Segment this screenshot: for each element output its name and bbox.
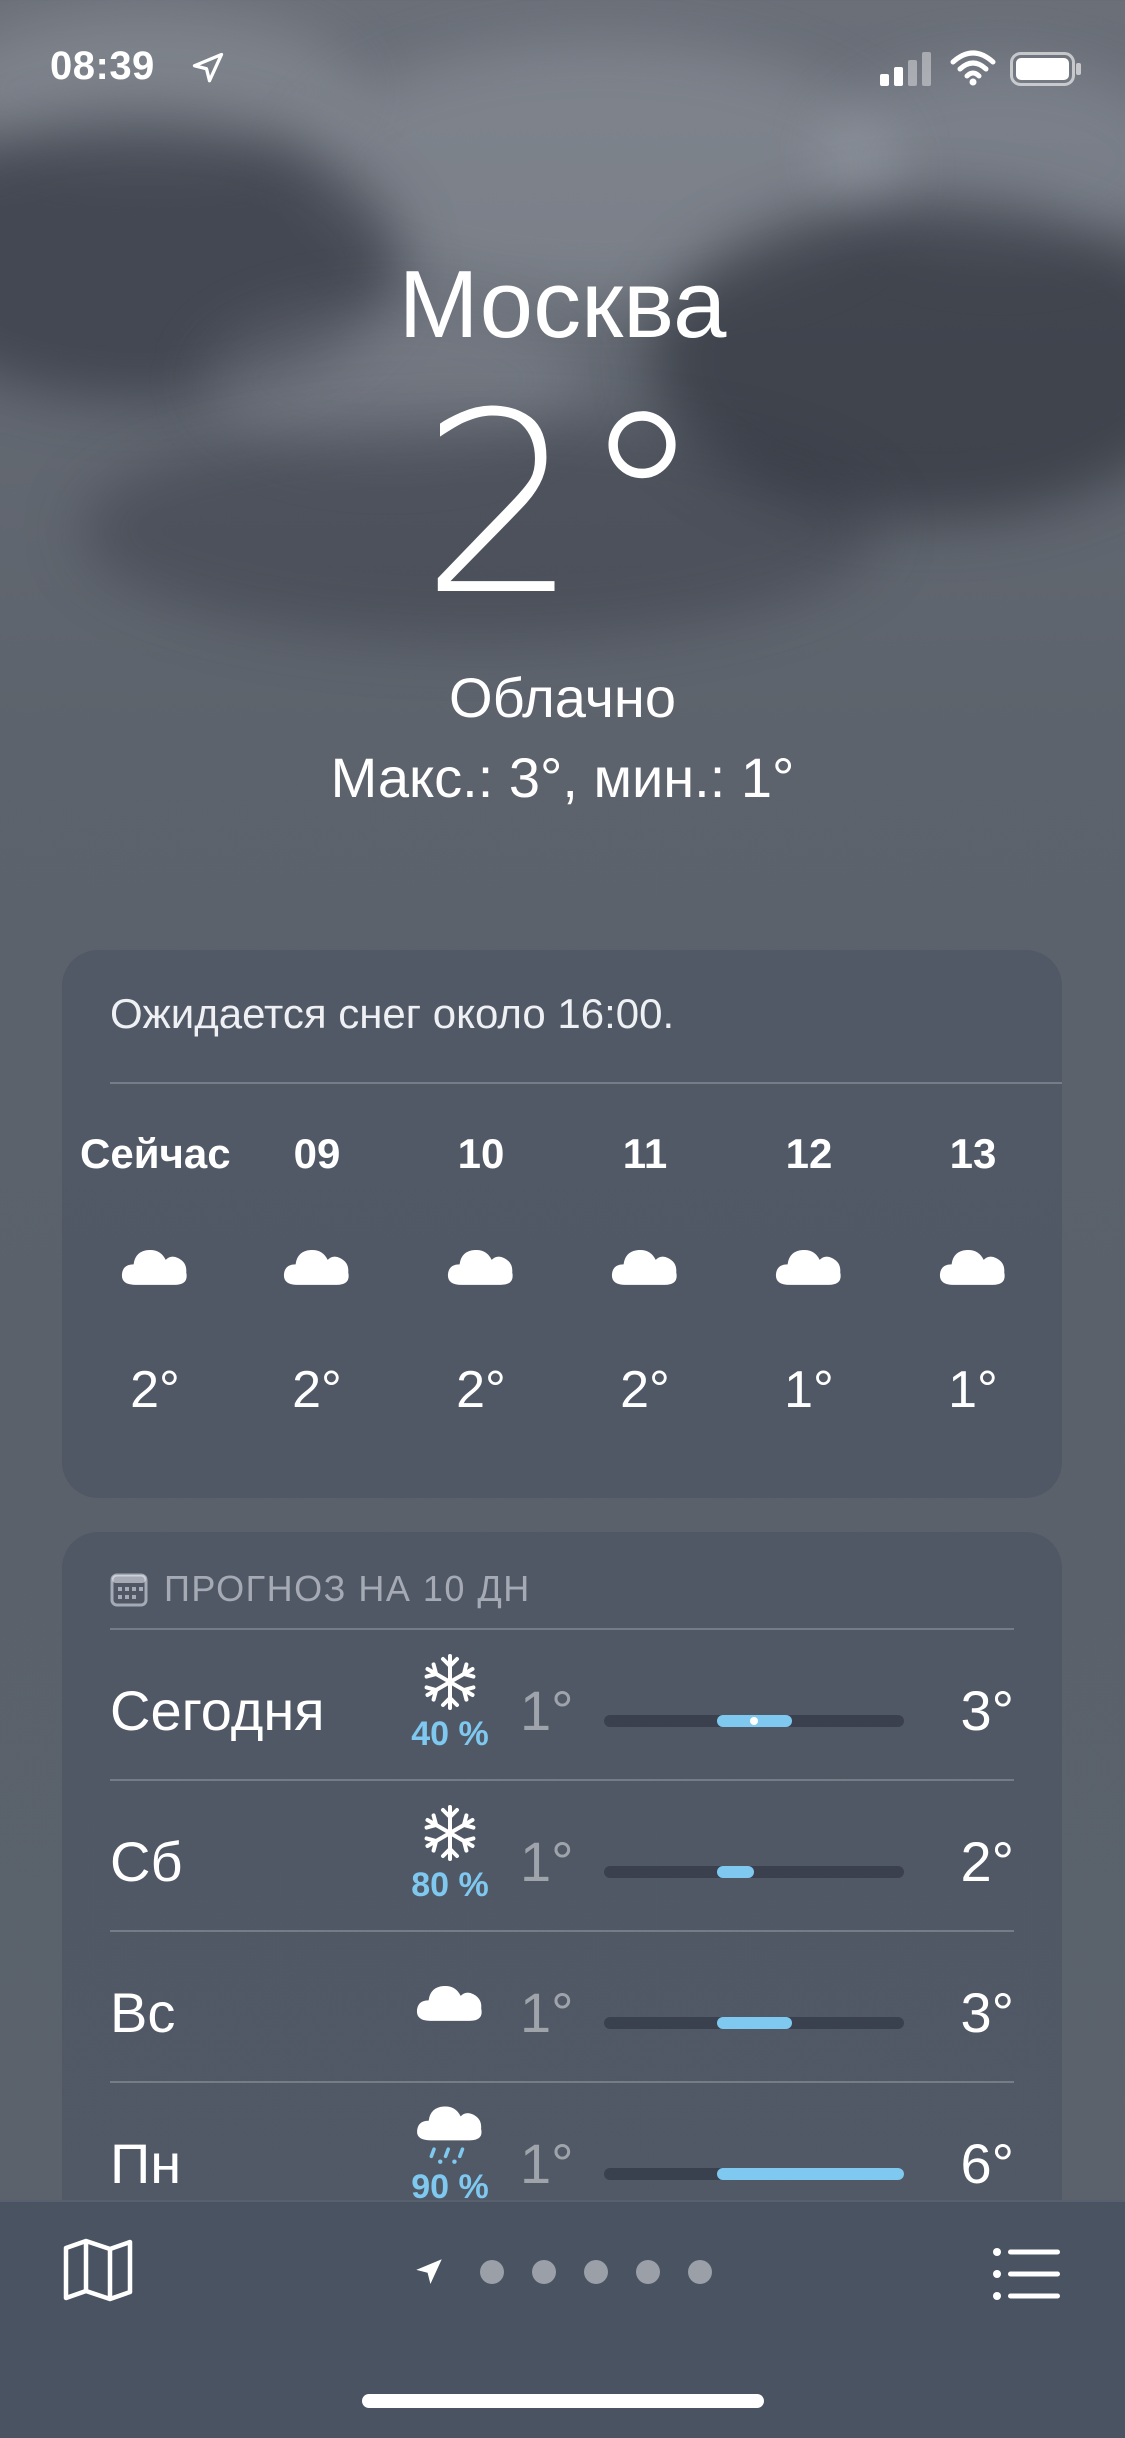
page-indicator[interactable] [412,2252,726,2292]
temperature-range-bar [604,2168,904,2180]
low-temperature: 1° [520,1981,574,2044]
temperature-range-bar [604,1866,904,1878]
hour-temperature: 1° [784,1361,834,1419]
day-label: Сегодня [110,1679,325,1742]
hour-temperature: 2° [130,1361,180,1419]
cloud-icon [406,1242,556,1322]
cloud-icon [242,1242,392,1322]
precipitation-probability: 40 % [411,1715,489,1753]
status-time: 08:39 [50,44,155,88]
current-temperature: 2° [420,359,705,650]
hour-temperature: 2° [620,1361,670,1419]
hour-item: 13 1° [898,1130,1048,1420]
cellular-signal-icon [880,52,931,86]
cloud-icon [390,1978,510,2028]
hour-item: Сейчас 2° [80,1130,231,1420]
temperature-range-fill [716,1866,754,1878]
hour-item: 10 2° [406,1130,556,1420]
status-bar: 08:39 [0,0,1125,140]
precipitation-probability: 80 % [411,1866,489,1904]
city-name: Москва [398,251,727,358]
wifi-icon [950,50,996,86]
high-temperature: 3° [960,1981,1014,2044]
cloud-icon [898,1242,1048,1322]
temperature-range-fill [716,2168,904,2180]
snowflake-icon [390,1801,510,1870]
map-icon[interactable] [62,2238,134,2302]
page-dot[interactable] [480,2260,504,2284]
current-temp-dot [750,1717,758,1725]
temperature-range-fill [716,2017,792,2029]
hour-label: Сейчас [80,1130,231,1177]
hour-temperature: 1° [948,1361,998,1419]
divider [110,1082,1062,1084]
hourly-forecast-card[interactable]: Ожидается снег около 16:00. Сейчас 2° 09 2°… [62,950,1062,1498]
page-dot[interactable] [636,2260,660,2284]
daily-forecast-title: ПРОГНОЗ НА 10 ДН [164,1568,531,1609]
list-icon[interactable] [992,2246,1060,2302]
hour-label: 09 [293,1130,341,1177]
current-location-arrow-icon [416,2259,442,2285]
high-temperature: 2° [960,1830,1014,1893]
daily-row[interactable]: Сб 80 % 1° 2° [110,1779,1014,1929]
daily-row[interactable]: Вс 1° 3° [110,1930,1014,2080]
low-temperature: 1° [520,2132,574,2195]
low-temperature: 1° [520,1830,574,1893]
daily-forecast-card[interactable]: ПРОГНОЗ НА 10 ДН Сегодня 40 % 1° 3° Сб 80 % 1°… [62,1532,1062,2292]
daily-row[interactable]: Сегодня 40 % 1° 3° [110,1628,1014,1778]
cloud-icon [734,1242,884,1322]
divider [110,1628,1014,1630]
cloud-sleet-icon [390,2103,510,2172]
home-indicator[interactable] [362,2394,764,2408]
hour-label: 11 [622,1130,668,1177]
snowflake-icon [390,1650,510,1719]
hour-item: 11 2° [570,1130,720,1420]
hour-label: 13 [949,1130,997,1177]
hour-label: 10 [457,1130,505,1177]
weather-condition: Облачно [449,666,676,729]
high-low-temperature: Макс.: 3°, мин.: 1° [330,746,795,809]
low-temperature: 1° [520,1679,574,1742]
high-temperature: 6° [960,2132,1014,2195]
divider [110,2081,1014,2083]
high-temperature: 3° [960,1679,1014,1742]
forecast-summary: Ожидается снег около 16:00. [110,990,675,1037]
hour-temperature: 2° [456,1361,506,1419]
temperature-range-bar [604,2017,904,2029]
location-arrow-icon [192,52,224,83]
divider [110,1930,1014,1932]
divider [110,1779,1014,1781]
calendar-icon [110,1573,148,1607]
hour-item: 09 2° [242,1130,392,1420]
battery-icon [1010,52,1081,86]
daily-forecast-header: ПРОГНОЗ НА 10 ДН [110,1568,531,1610]
hour-item: 12 1° [734,1130,884,1420]
cloud-icon [80,1242,230,1322]
hour-label: 12 [785,1130,833,1177]
day-label: Вс [110,1981,176,2044]
temperature-range-bar [604,1715,904,1727]
page-dot[interactable] [584,2260,608,2284]
day-label: Сб [110,1830,183,1893]
cloud-icon [570,1242,720,1322]
hour-temperature: 2° [292,1361,342,1419]
day-label: Пн [110,2132,182,2195]
page-dot[interactable] [532,2260,556,2284]
page-dot[interactable] [688,2260,712,2284]
